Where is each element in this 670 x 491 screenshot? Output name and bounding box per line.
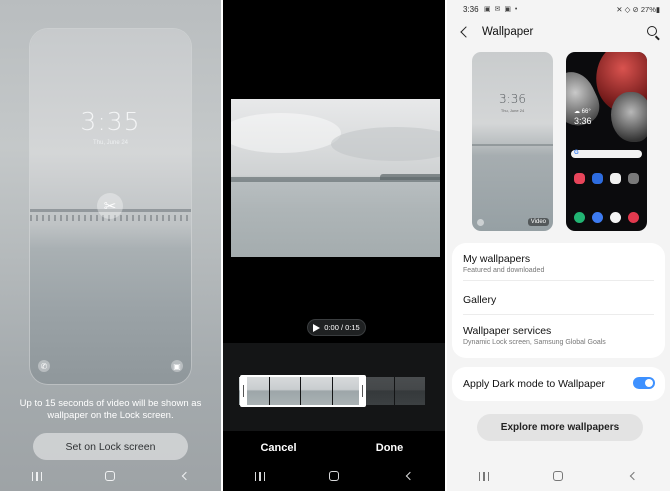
recent-apps-icon[interactable] <box>27 469 47 483</box>
cancel-button[interactable]: Cancel <box>234 437 324 459</box>
back-arrow-icon[interactable] <box>460 26 472 38</box>
lock-date: Thu, June 24 <box>92 140 129 146</box>
status-bar: 3:36 ▣ ✉ ▣ • ✕ ◇ ⊘ 27%▮ <box>447 0 670 18</box>
cloud-shape <box>231 113 341 153</box>
frame-thumbnail <box>363 377 394 405</box>
messages-app-icon <box>592 212 604 223</box>
item-subtitle: Dynamic Lock screen, Samsung Global Goal… <box>463 339 606 346</box>
google-search-bar <box>571 150 642 158</box>
lock-clock: 3:35 <box>80 107 141 136</box>
navigation-bar <box>223 461 445 491</box>
treeline <box>380 174 440 180</box>
gallery-item[interactable]: Gallery <box>463 294 654 306</box>
wallpaper-options-card: My wallpapers Featured and downloaded Ga… <box>452 243 665 358</box>
app-icon <box>627 173 639 184</box>
video-trim-panel: 0:00 / 0:15 Cancel Done <box>223 0 445 491</box>
recent-apps-icon[interactable] <box>250 469 270 483</box>
item-title: Gallery <box>463 294 497 306</box>
item-title: Wallpaper services <box>463 325 552 337</box>
back-icon[interactable] <box>174 469 194 483</box>
navigation-bar <box>0 461 221 491</box>
notification-icons: ▣ ✉ ▣ • <box>484 6 519 13</box>
cloud-shape <box>331 127 440 161</box>
navigation-bar <box>447 461 670 491</box>
phone-icon: ✆ <box>38 360 50 372</box>
video-badge: Video <box>527 218 549 226</box>
recent-apps-icon[interactable] <box>474 469 494 483</box>
back-icon[interactable] <box>623 469 643 483</box>
video-preview[interactable] <box>231 99 440 257</box>
wallpaper-services-item[interactable]: Wallpaper services Dynamic Lock screen, … <box>463 325 654 346</box>
trim-handles[interactable] <box>240 375 366 407</box>
search-icon[interactable] <box>647 26 657 36</box>
playback-time: 0:00 / 0:15 <box>324 323 360 332</box>
status-indicators: ✕ ◇ ⊘ 27%▮ <box>616 5 660 14</box>
home-weather: ☁ 66° <box>574 109 591 115</box>
dark-mode-row: Apply Dark mode to Wallpaper <box>463 378 654 390</box>
camera-icon: ▣ <box>171 360 183 372</box>
frame-thumbnail <box>394 377 426 405</box>
done-button[interactable]: Done <box>345 437 435 459</box>
scissors-icon[interactable]: ✂ <box>97 193 123 219</box>
home-icon[interactable] <box>324 469 344 483</box>
video-length-caption: Up to 15 seconds of video will be shown … <box>19 398 202 421</box>
trim-actions: Cancel Done <box>223 437 445 459</box>
app-icon <box>609 173 621 184</box>
chrome-app-icon <box>609 212 621 223</box>
dark-mode-toggle[interactable] <box>633 377 655 389</box>
dark-mode-card[interactable]: Apply Dark mode to Wallpaper <box>452 367 665 401</box>
app-icon <box>592 173 604 184</box>
wallpaper-settings-panel: 3:36 ▣ ✉ ▣ • ✕ ◇ ⊘ 27%▮ Wallpaper 3:36 T… <box>447 0 670 491</box>
back-icon[interactable] <box>398 469 418 483</box>
set-on-lock-screen-button[interactable]: Set on Lock screen <box>33 433 188 460</box>
phone-icon <box>477 219 484 226</box>
home-screen-thumbnail[interactable]: ☁ 66° 3:36 <box>566 52 647 231</box>
divider <box>463 280 654 281</box>
my-wallpapers-item[interactable]: My wallpapers Featured and downloaded <box>463 253 654 274</box>
lock-screen-preview-panel: 3:35 Thu, June 24 ✂ ✆ ▣ Up to 15 seconds… <box>0 0 221 491</box>
app-row <box>571 173 642 184</box>
item-title: My wallpapers <box>463 253 531 265</box>
lock-screen-preview: 3:35 Thu, June 24 ✂ ✆ ▣ <box>30 29 191 384</box>
page-title: Wallpaper <box>482 26 534 38</box>
app-bar: Wallpaper <box>447 22 670 44</box>
item-subtitle: Featured and downloaded <box>463 267 545 274</box>
play-icon[interactable] <box>313 323 321 332</box>
thumb-lock-date: Thu, June 24 <box>500 108 525 113</box>
dark-mode-label: Apply Dark mode to Wallpaper <box>463 378 606 390</box>
home-clock: 3:36 <box>574 116 592 126</box>
lock-screen-thumbnail[interactable]: 3:36 Thu, June 24 Video <box>472 52 553 231</box>
status-time: 3:36 <box>463 5 479 14</box>
petal-shape <box>611 92 647 142</box>
explore-more-wallpapers-button[interactable]: Explore more wallpapers <box>477 414 643 441</box>
playback-control[interactable]: 0:00 / 0:15 <box>307 319 366 336</box>
thumb-lock-clock: 3:36 <box>499 92 526 106</box>
dock-row <box>571 212 642 223</box>
home-icon[interactable] <box>548 469 568 483</box>
horizon-line <box>472 144 553 146</box>
phone-app-icon <box>574 212 586 223</box>
camera-app-icon <box>627 212 639 223</box>
app-icon <box>574 173 586 184</box>
divider <box>463 314 654 315</box>
home-icon[interactable] <box>100 469 120 483</box>
